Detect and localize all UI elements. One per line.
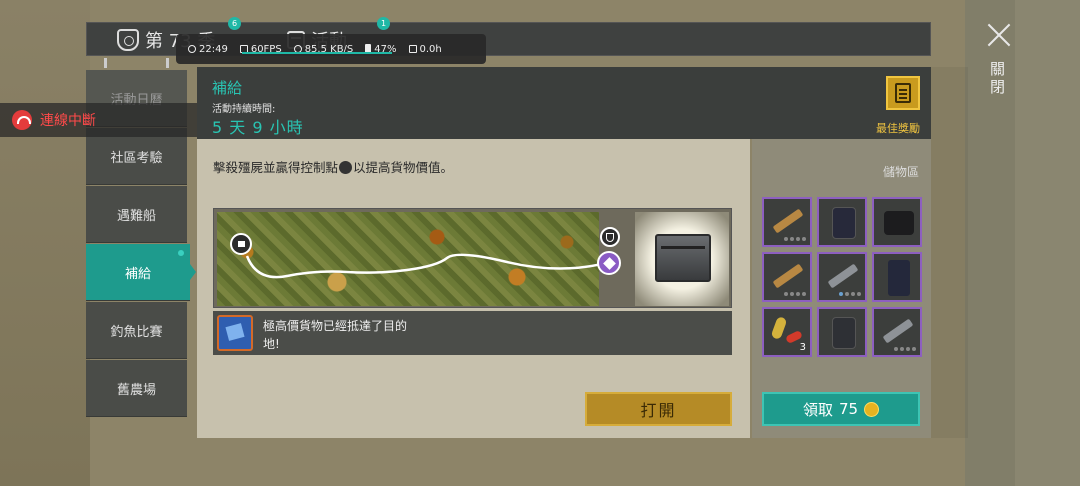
supply-crate-display <box>635 212 729 306</box>
file-icon <box>408 45 417 53</box>
sidebar-item-fishing[interactable]: 釣魚比賽 <box>86 302 187 359</box>
season-badge: 6 <box>228 17 241 30</box>
close-label[interactable]: 關閉 <box>990 60 1008 96</box>
sidebar-item-label: 補給 <box>124 266 151 282</box>
cargo-message: 極高價貨物已經抵達了目的地! <box>263 319 408 351</box>
storage-status: 0.0h <box>408 44 442 55</box>
sidebar-item-label: 社區考驗 <box>110 150 163 166</box>
coin-icon <box>864 401 880 417</box>
start-flag-icon <box>230 233 252 255</box>
sidebar-item-supply[interactable]: 補給 <box>86 244 196 301</box>
close-icon[interactable] <box>986 22 1012 48</box>
description-text-2: 以提高貨物價值。 <box>353 160 454 175</box>
best-reward-label[interactable]: 最佳獎勵 <box>876 120 920 136</box>
event-header: 補給 活動持續時間: 5 天 9 小時 最佳獎勵 <box>197 67 931 139</box>
open-button[interactable]: 打開 <box>585 392 732 426</box>
route-path <box>245 253 599 279</box>
storage-item-rifle-dark[interactable] <box>872 307 922 357</box>
clock-status: 22:49 <box>188 44 228 55</box>
wifi-off-icon <box>12 110 32 130</box>
storage-item-pants[interactable] <box>872 252 922 302</box>
duration-label: 活動持續時間: <box>212 104 276 115</box>
storage-item-rifle[interactable] <box>762 252 812 302</box>
sidebar-scroll-handles <box>86 56 188 70</box>
system-status-overlay: 22:49 60FPS 85.5 KB/S 47% 0.0h <box>176 34 486 64</box>
supply-main-panel: 擊殺殭屍並贏得控制點 以提高貨物價值。 極高價貨物已經抵達了目的地! 打開 <box>197 139 750 438</box>
best-reward-button[interactable] <box>886 76 920 110</box>
sidebar-item-shipwreck[interactable]: 遇難船 <box>86 186 187 243</box>
storage-item-rifle[interactable] <box>762 197 812 247</box>
disconnect-banner: 連線中斷 <box>0 103 200 137</box>
armor-icon <box>832 317 856 349</box>
tab-active-underline <box>242 52 392 54</box>
storage-item-armor[interactable] <box>817 307 867 357</box>
rarity-dots <box>784 292 806 296</box>
event-badge: 1 <box>377 17 390 30</box>
vest-icon <box>832 207 856 239</box>
season-shield-icon <box>117 29 139 51</box>
claim-label: 領取 <box>802 400 833 419</box>
event-title: 補給 <box>212 79 243 97</box>
background-left <box>0 0 90 486</box>
storage-item-vest[interactable] <box>817 197 867 247</box>
storage-label: 儲物區 <box>882 165 919 179</box>
sidebar-item-label: 舊農場 <box>116 382 156 398</box>
bullet-icon <box>770 315 788 341</box>
control-point-flag-icon <box>339 161 353 174</box>
rifle-icon <box>772 208 804 234</box>
rarity-dots <box>839 292 861 296</box>
pants-icon <box>888 260 910 296</box>
cargo-message-bar: 極高價貨物已經抵達了目的地! <box>213 311 732 355</box>
trophy-icon <box>600 227 620 247</box>
notification-dot <box>178 250 184 256</box>
event-description: 擊殺殭屍並贏得控制點 以提高貨物價值。 <box>213 157 453 176</box>
clipboard-icon <box>895 83 911 103</box>
rifle-icon <box>827 263 859 289</box>
supply-crate-icon <box>655 234 711 282</box>
panel-edge <box>931 67 968 438</box>
clock-icon <box>188 45 196 53</box>
storage-panel: 儲物區 3 領取 75 <box>752 139 931 438</box>
cargo-case-icon <box>217 315 253 351</box>
sidebar-item-label: 遇難船 <box>116 208 156 224</box>
storage-item-ammo[interactable]: 3 <box>762 307 812 357</box>
sidebar-item-old-farm[interactable]: 舊農場 <box>86 360 187 417</box>
item-count: 3 <box>799 342 806 353</box>
sidebar-item-label: 釣魚比賽 <box>110 324 163 340</box>
claim-cost: 75 <box>838 400 859 418</box>
route-map-frame <box>213 208 732 308</box>
duration-value: 5 天 9 小時 <box>212 118 304 137</box>
storage-item-rifle-dark[interactable] <box>817 252 867 302</box>
background-right <box>965 0 1080 486</box>
description-text-1: 擊殺殭屍並贏得控制點 <box>213 160 339 175</box>
rifle-icon <box>882 318 914 344</box>
claim-button[interactable]: 領取 75 <box>762 392 920 426</box>
rifle-icon <box>772 263 804 289</box>
rarity-dots <box>784 237 806 241</box>
disconnect-text: 連線中斷 <box>40 113 96 129</box>
rarity-dots <box>894 347 916 351</box>
route-map <box>217 212 599 306</box>
cargo-box-icon <box>597 251 621 275</box>
boots-icon <box>884 211 914 235</box>
storage-item-boots[interactable] <box>872 197 922 247</box>
